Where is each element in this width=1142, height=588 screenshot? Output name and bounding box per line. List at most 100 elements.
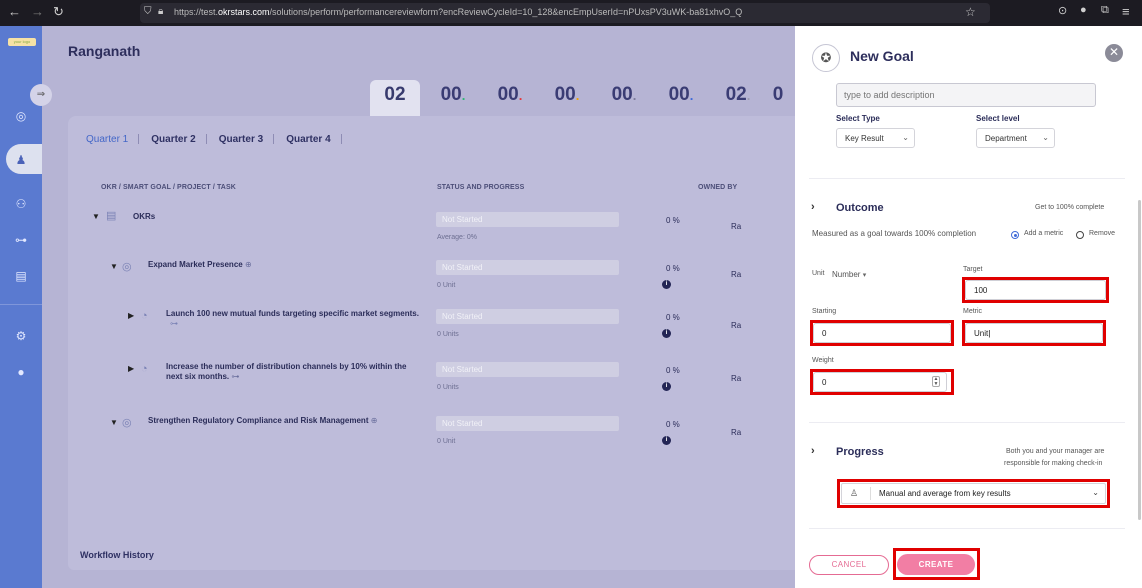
metric-label: Metric xyxy=(963,308,983,315)
outcome-hint: Get to 100% complete xyxy=(1035,204,1105,211)
remove-radio[interactable] xyxy=(1076,231,1084,239)
expand-caret-icon[interactable]: ▼ xyxy=(92,212,100,221)
status-bar: Not Started xyxy=(436,260,619,275)
url-bar[interactable]: ⛉ 🔒︎ https://test.okrstars.com/solutions… xyxy=(140,3,990,23)
cancel-button[interactable]: CANCEL xyxy=(809,555,889,575)
url-text[interactable]: https://test.okrstars.com/solutions/perf… xyxy=(174,7,742,17)
status-bar: Not Started xyxy=(436,212,619,227)
select-type-dropdown[interactable]: Key Result ⌄ xyxy=(836,128,915,148)
okr-card: Quarter 1 Quarter 2 Quarter 3 Quarter 4 OKR… xyxy=(68,116,808,556)
expand-caret-icon[interactable]: ▶ xyxy=(128,311,134,320)
progress-chevron-icon[interactable]: › xyxy=(811,445,815,457)
row-owner: Ra xyxy=(731,270,742,279)
progress-title[interactable]: Progress xyxy=(836,446,884,458)
outcome-measured-text: Measured as a goal towards 100% completi… xyxy=(812,229,977,238)
info-icon[interactable]: i xyxy=(662,382,671,391)
expand-caret-icon[interactable]: ▼ xyxy=(110,418,118,427)
row-percent: 0 % xyxy=(666,366,680,375)
tab-quarter-1[interactable]: Quarter 1 xyxy=(86,134,128,145)
workflow-history[interactable]: Workflow History xyxy=(68,540,808,570)
stat-overflow[interactable]: 0 xyxy=(768,80,788,116)
forward-icon[interactable]: → xyxy=(31,4,44,19)
globe-icon: ⊕ xyxy=(370,416,378,425)
highlight-metric xyxy=(962,320,1106,346)
collapse-sidebar-icon[interactable]: ⇒ xyxy=(30,84,52,106)
row-owner: Ra xyxy=(731,222,742,231)
sidebar-divider xyxy=(0,304,42,305)
row-progress-text: 0 Unit xyxy=(437,282,456,289)
reload-icon[interactable]: ↻ xyxy=(53,4,64,20)
divider xyxy=(809,178,1125,179)
select-level-value: Department xyxy=(985,134,1027,143)
select-level-label: Select level xyxy=(976,114,1020,123)
menu-icon[interactable]: ≡ xyxy=(1122,4,1130,19)
page-title: Ranganath xyxy=(68,43,141,59)
highlight-weight xyxy=(810,369,954,395)
description-input[interactable] xyxy=(836,83,1096,107)
row-percent: 0 % xyxy=(666,216,680,225)
column-header-status: STATUS AND PROGRESS xyxy=(437,184,525,191)
status-bar: Not Started xyxy=(436,309,619,324)
goals-icon[interactable]: ◎ xyxy=(13,108,29,124)
tab-quarter-2[interactable]: Quarter 2 xyxy=(151,134,195,145)
lock-icon[interactable]: 🔒︎ xyxy=(158,6,163,17)
extensions-icon[interactable]: ⧉ xyxy=(1101,4,1109,17)
hierarchy-icon[interactable]: ⊶ xyxy=(13,232,29,248)
report-icon[interactable]: ▤ xyxy=(13,268,29,284)
status-bar: Not Started xyxy=(436,416,619,431)
target-icon: ◎ xyxy=(122,261,132,273)
handshake-icon[interactable]: ⚇ xyxy=(13,196,29,212)
back-icon[interactable]: ← xyxy=(8,4,21,19)
stat-not-updated[interactable]: 00. xyxy=(599,80,649,116)
expand-caret-icon[interactable]: ▼ xyxy=(110,262,118,271)
info-icon[interactable]: i xyxy=(662,436,671,445)
globe-icon: ⊕ xyxy=(244,260,252,269)
account-icon[interactable]: ● xyxy=(1080,4,1087,16)
select-level-dropdown[interactable]: Department ⌄ xyxy=(976,128,1055,148)
info-icon[interactable]: i xyxy=(662,329,671,338)
row-progress-text: 0 Units xyxy=(437,384,459,391)
stat-not-started[interactable]: 02. xyxy=(713,80,763,116)
company-logo: your logo xyxy=(8,38,36,46)
row-percent: 0 % xyxy=(666,313,680,322)
stat-on-track[interactable]: 00. xyxy=(428,80,478,116)
remove-label[interactable]: Remove xyxy=(1089,228,1115,240)
row-title-line-1[interactable]: Increase the number of distribution chan… xyxy=(166,362,406,372)
info-icon[interactable]: i xyxy=(662,280,671,289)
row-title[interactable]: OKRs xyxy=(133,212,155,222)
goal-star-icon: ✪ xyxy=(812,44,840,72)
add-metric-radio[interactable] xyxy=(1011,231,1019,239)
expand-caret-icon[interactable]: ▶ xyxy=(128,364,134,373)
stat-completed[interactable]: 00. xyxy=(656,80,706,116)
stat-at-risk[interactable]: 00. xyxy=(542,80,592,116)
tab-quarter-4[interactable]: Quarter 4 xyxy=(286,134,330,145)
bookmark-star-icon[interactable]: ☆ xyxy=(965,5,976,19)
new-goal-panel: ✪ New Goal ✕ Select Type Key Result ⌄ Se… xyxy=(795,26,1142,588)
unit-label: Unit xyxy=(812,270,825,277)
row-title[interactable]: Expand Market Presence ⊕ xyxy=(148,260,252,270)
panel-scrollbar[interactable] xyxy=(1138,200,1141,520)
quarter-tabs: Quarter 1 Quarter 2 Quarter 3 Quarter 4 xyxy=(86,134,354,145)
row-title[interactable]: Strengthen Regulatory Compliance and Ris… xyxy=(148,416,377,426)
row-title[interactable]: Launch 100 new mutual funds targeting sp… xyxy=(166,309,419,319)
stat-total[interactable]: 02 xyxy=(370,80,420,116)
chevron-down-icon: ⌄ xyxy=(1042,133,1049,142)
left-sidebar: your logo ◎ ♟ ⚇ ⊶ ▤ ⚙ ● xyxy=(0,26,42,588)
outcome-chevron-icon[interactable]: › xyxy=(811,201,815,213)
gauge-icon: ◔ xyxy=(141,363,148,375)
browser-toolbar: ← → ↻ ⛉ 🔒︎ https://test.okrstars.com/sol… xyxy=(0,0,1142,26)
outcome-title[interactable]: Outcome xyxy=(836,202,884,214)
close-icon[interactable]: ✕ xyxy=(1105,44,1123,62)
settings-gear-icon[interactable]: ⚙ xyxy=(13,328,29,344)
row-progress-text: 0 Units xyxy=(437,331,459,338)
team-icon[interactable]: ♟ xyxy=(13,152,29,168)
caret-down-icon: ▾ xyxy=(862,272,867,279)
pocket-icon[interactable]: ⊙ xyxy=(1058,4,1067,17)
unit-dropdown[interactable]: Number ▾ xyxy=(832,269,866,282)
tab-quarter-3[interactable]: Quarter 3 xyxy=(219,134,263,145)
row-title-line-2[interactable]: next six months. ⊶ xyxy=(166,372,239,382)
shield-icon[interactable]: ⛉ xyxy=(144,6,152,17)
user-profile-icon[interactable]: ● xyxy=(13,364,29,380)
stat-off-track[interactable]: 00. xyxy=(485,80,535,116)
add-metric-label[interactable]: Add a metric xyxy=(1024,228,1063,240)
